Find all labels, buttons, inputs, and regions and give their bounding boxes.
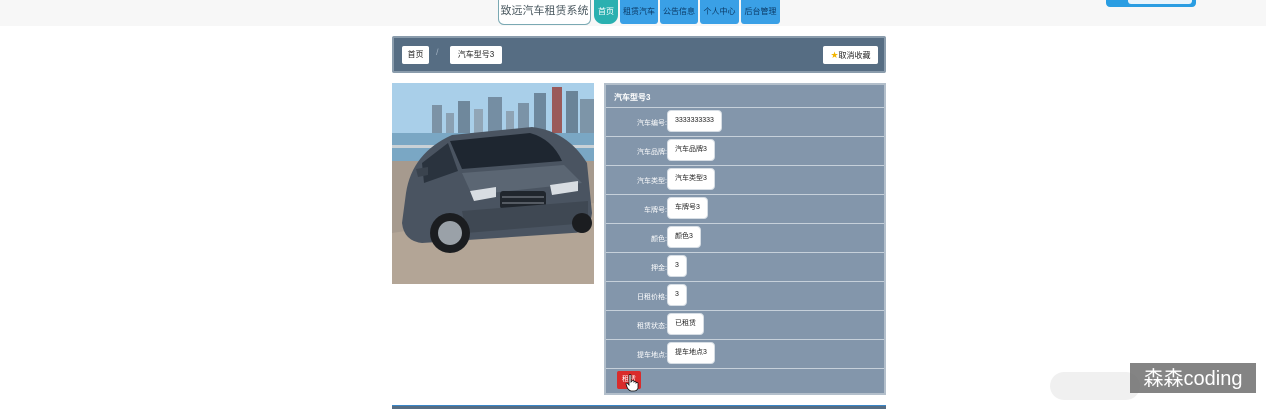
breadcrumb-separator: / xyxy=(436,47,439,57)
star-icon: ★ xyxy=(830,50,839,60)
field-label: 押金: xyxy=(651,265,667,272)
field-label: 车牌号: xyxy=(644,207,667,214)
top-right-badge: CS xyxy=(1110,0,1125,3)
car-detail-title: 汽车型号3 xyxy=(614,93,651,102)
action-row xyxy=(606,368,884,395)
breadcrumb-current[interactable]: 汽车型号3 xyxy=(450,46,502,64)
nav-personal-center[interactable]: 个人中心 xyxy=(700,0,739,24)
field-value: 颜色3 xyxy=(667,226,701,248)
car-illustration xyxy=(392,83,594,284)
field-label: 汽车品牌: xyxy=(637,149,667,156)
nav-rent-car[interactable]: 租赁汽车 xyxy=(620,0,658,24)
top-right-button[interactable]: CS xyxy=(1106,0,1196,7)
field-row-color: 颜色: 颜色3 xyxy=(606,223,884,252)
cancel-favorite-button[interactable]: ★取消收藏 xyxy=(823,46,878,64)
breadcrumb-home[interactable]: 首页 xyxy=(402,46,429,64)
field-label: 租赁状态: xyxy=(637,323,667,330)
nav-announcements[interactable]: 公告信息 xyxy=(660,0,698,24)
field-row-car-brand: 汽车品牌: 汽车品牌3 xyxy=(606,136,884,165)
field-value: 车牌号3 xyxy=(667,197,708,219)
field-value: 3 xyxy=(667,284,687,306)
field-row-plate-number: 车牌号: 车牌号3 xyxy=(606,194,884,223)
field-value: 已租赁 xyxy=(667,313,704,335)
field-label: 汽车编号: xyxy=(637,120,667,127)
breadcrumb: 首页 / 汽车型号3 ★取消收藏 xyxy=(392,36,886,73)
field-row-daily-price: 日租价格: 3 xyxy=(606,281,884,310)
cancel-favorite-label: 取消收藏 xyxy=(838,51,871,60)
site-title[interactable]: 致远汽车租赁系统 xyxy=(498,0,591,25)
field-row-deposit: 押金: 3 xyxy=(606,252,884,281)
field-value: 3 xyxy=(667,255,687,277)
bottom-section-edge xyxy=(392,405,886,409)
watermark-shadow xyxy=(1050,372,1140,400)
watermark: 森森coding xyxy=(1130,363,1256,393)
field-label: 汽车类型: xyxy=(637,178,667,185)
field-label: 日租价格: xyxy=(637,294,667,301)
field-value: 汽车品牌3 xyxy=(667,139,715,161)
top-navbar: 致远汽车租赁系统 首页 租赁汽车 公告信息 个人中心 后台管理 CS xyxy=(0,0,1266,26)
field-row-rental-status: 租赁状态: 已租赁 xyxy=(606,310,884,339)
car-detail-panel: 汽车型号3 汽车编号: 3333333333 汽车品牌: 汽车品牌3 汽车类型:… xyxy=(604,83,886,395)
car-photo xyxy=(392,83,594,284)
field-row-car-type: 汽车类型: 汽车类型3 xyxy=(606,165,884,194)
field-label: 颜色: xyxy=(651,236,667,243)
field-value: 汽车类型3 xyxy=(667,168,715,190)
field-label: 提车地点: xyxy=(637,352,667,359)
hand-cursor-icon xyxy=(625,374,639,392)
nav-admin[interactable]: 后台管理 xyxy=(741,0,780,24)
field-value: 3333333333 xyxy=(667,110,722,132)
field-row-pickup-location: 提车地点: 提车地点3 xyxy=(606,339,884,368)
field-value: 提车地点3 xyxy=(667,342,715,364)
top-right-button-label-area xyxy=(1128,0,1192,4)
field-row-car-number: 汽车编号: 3333333333 xyxy=(606,107,884,136)
nav-home[interactable]: 首页 xyxy=(594,0,618,24)
